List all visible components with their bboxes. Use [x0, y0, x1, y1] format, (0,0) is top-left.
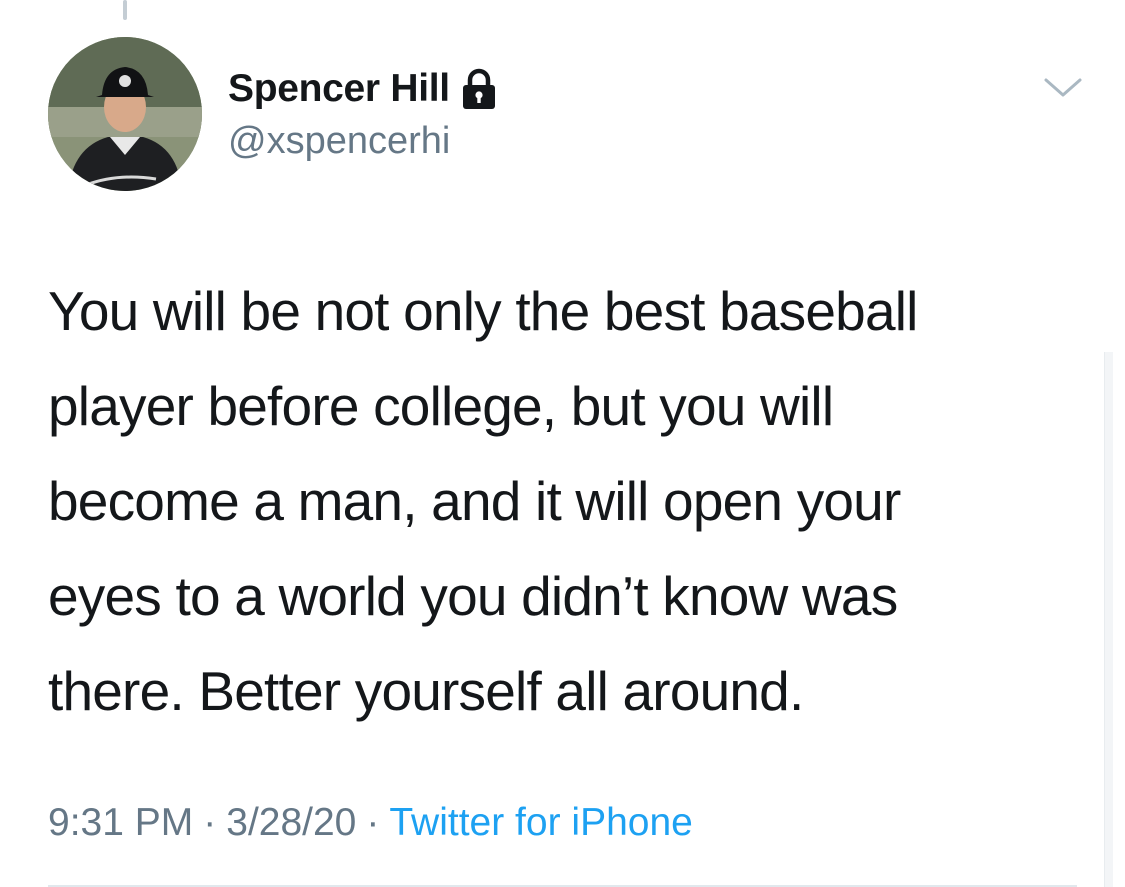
scrollbar[interactable]: [1104, 352, 1113, 887]
user-handle[interactable]: @xspencerhi: [228, 120, 450, 163]
meta-separator: ·: [203, 801, 217, 844]
profile-photo: [48, 37, 202, 191]
tweet-text-line: eyes to a world you didn’t know was: [48, 565, 898, 627]
tweet-text-line: become a man, and it will open your: [48, 470, 901, 532]
tweet-text: You will be not only the best baseball p…: [48, 264, 1098, 739]
tweet-date: 3/28/20: [226, 801, 357, 844]
meta-separator: ·: [366, 801, 380, 844]
tweet-metadata: 9:31 PM · 3/28/20 · Twitter for iPhone: [48, 797, 693, 849]
thread-connector-line: [123, 0, 127, 20]
tweet-text-line: there. Better yourself all around.: [48, 660, 804, 722]
chevron-down-icon[interactable]: [1043, 73, 1083, 103]
tweet-source-link[interactable]: Twitter for iPhone: [389, 801, 692, 844]
author-name-row[interactable]: Spencer Hill: [228, 64, 498, 114]
avatar[interactable]: [48, 37, 202, 191]
tweet-text-line: You will be not only the best baseball: [48, 280, 918, 342]
display-name[interactable]: Spencer Hill: [228, 67, 450, 111]
tweet-text-line: player before college, but you will: [48, 375, 834, 437]
tweet-time: 9:31 PM: [48, 801, 194, 844]
lock-icon: [460, 68, 498, 110]
